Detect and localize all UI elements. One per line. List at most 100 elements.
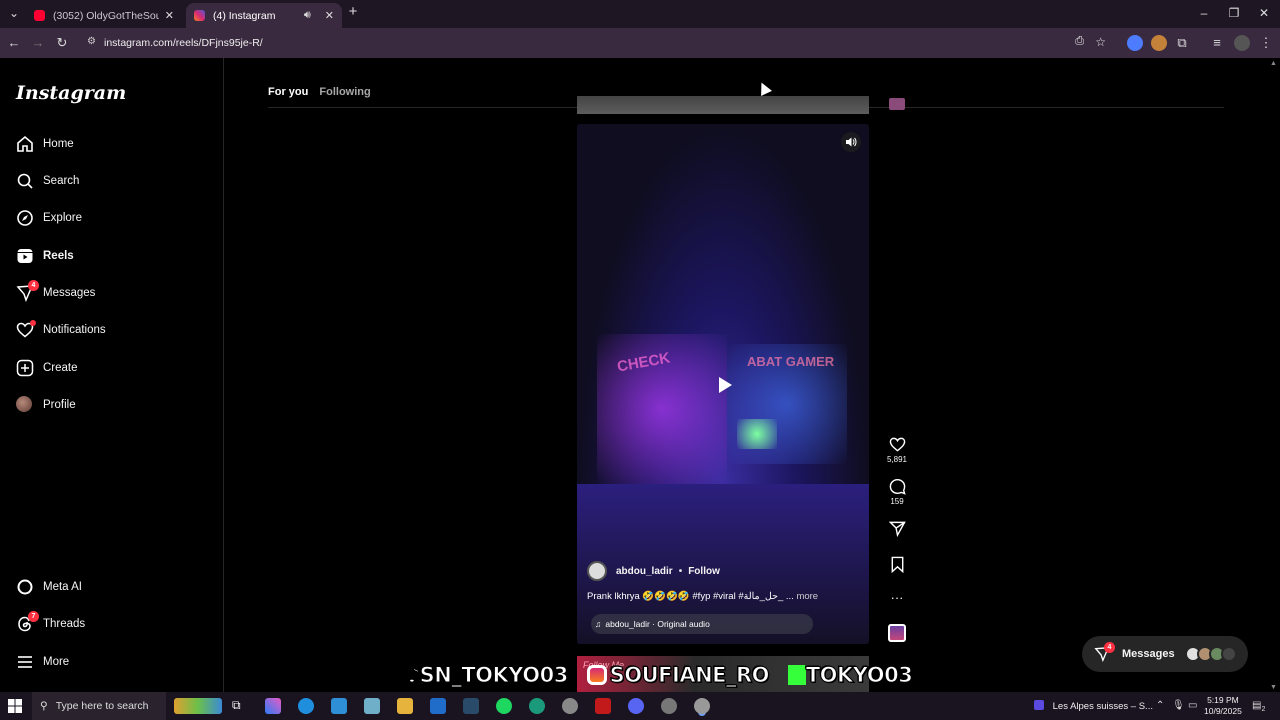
avatar[interactable] bbox=[587, 561, 607, 581]
browser-tab-bar: ⌄ (3052) OldyGotTheSound, Anyo ✕ (4) Ins… bbox=[0, 0, 1280, 28]
sidebar-item-explore[interactable]: Explore bbox=[16, 204, 82, 232]
heart-icon bbox=[16, 320, 36, 339]
sidebar-item-label: Meta AI bbox=[43, 581, 82, 593]
tab-instagram[interactable]: (4) Instagram 🔊︎ ✕ bbox=[186, 3, 342, 28]
app-icon[interactable] bbox=[529, 698, 545, 714]
more-button[interactable]: more bbox=[796, 591, 818, 602]
back-button[interactable]: ← bbox=[4, 33, 24, 53]
outlook-icon[interactable] bbox=[430, 698, 446, 714]
notification-dot bbox=[30, 320, 36, 326]
sidebar-item-create[interactable]: Create bbox=[16, 354, 78, 382]
close-window-button[interactable]: ✕ bbox=[1254, 6, 1274, 20]
spotify-icon[interactable] bbox=[496, 698, 512, 714]
copilot-icon[interactable] bbox=[265, 698, 281, 714]
sidebar-item-threads[interactable]: 7 Threads bbox=[16, 610, 85, 638]
audio-thumbnail[interactable] bbox=[888, 624, 906, 642]
file-explorer-icon[interactable] bbox=[397, 698, 413, 714]
sidebar-item-profile[interactable]: Profile bbox=[16, 391, 76, 419]
comment-button[interactable]: 159 bbox=[884, 478, 910, 506]
scroll-down-arrow[interactable]: ▼ bbox=[1270, 684, 1277, 691]
like-button[interactable]: 5,891 bbox=[884, 436, 910, 464]
profile-avatar[interactable] bbox=[1234, 35, 1250, 51]
instagram-favicon-icon bbox=[194, 10, 205, 21]
video-frame bbox=[737, 419, 777, 449]
instagram-icon bbox=[586, 665, 607, 685]
browser-menu-icon[interactable]: ⋮ bbox=[1256, 33, 1276, 53]
sidebar-item-more[interactable]: More bbox=[16, 648, 69, 676]
extensions-puzzle-icon[interactable]: ⧉ bbox=[1172, 33, 1192, 53]
save-button[interactable] bbox=[884, 556, 910, 573]
forward-button[interactable]: → bbox=[28, 33, 48, 53]
share-button[interactable] bbox=[884, 520, 910, 537]
discord-icon[interactable] bbox=[628, 698, 644, 714]
tab-youtube[interactable]: (3052) OldyGotTheSound, Anyo ✕ bbox=[26, 3, 182, 28]
sidebar-item-label: Notifications bbox=[43, 324, 106, 336]
widget-icon[interactable] bbox=[174, 698, 222, 714]
install-app-icon[interactable]: ⎙ bbox=[1075, 35, 1084, 48]
avatar-stack bbox=[1185, 646, 1237, 662]
chrome-icon[interactable] bbox=[661, 698, 677, 714]
messages-pill[interactable]: 4 Messages bbox=[1082, 636, 1248, 672]
sidebar: Instagram Home Search Explore Reels 4 Me… bbox=[0, 58, 224, 692]
taskbar-search[interactable]: ⚲ Type here to search bbox=[32, 692, 166, 720]
instagram-handle: SOUFIANE_RO bbox=[586, 663, 770, 688]
scroll-up-arrow[interactable]: ▲ bbox=[1270, 60, 1277, 67]
task-view-icon[interactable]: ⧉ bbox=[232, 698, 248, 714]
site-info-icon[interactable]: ⚙ bbox=[87, 36, 96, 47]
bookmark-star-icon[interactable]: ☆ bbox=[1095, 35, 1106, 49]
edge-icon[interactable] bbox=[298, 698, 314, 714]
tab-following[interactable]: Following bbox=[319, 86, 370, 98]
app-icon[interactable] bbox=[595, 698, 611, 714]
media-control-icon[interactable]: ≡ bbox=[1207, 33, 1227, 53]
tab-search-icon[interactable]: ⌄ bbox=[4, 6, 24, 20]
unread-badge: 7 bbox=[28, 611, 39, 622]
sidebar-item-notifications[interactable]: Notifications bbox=[16, 316, 106, 344]
extension-icon[interactable] bbox=[1127, 35, 1143, 51]
extension-icon[interactable] bbox=[1151, 35, 1167, 51]
notification-center-icon[interactable]: ▤2 bbox=[1252, 700, 1265, 713]
sidebar-item-search[interactable]: Search bbox=[16, 167, 79, 195]
sidebar-item-reels[interactable]: Reels bbox=[16, 242, 74, 270]
sidebar-item-home[interactable]: Home bbox=[16, 130, 74, 158]
sidebar-item-messages[interactable]: 4 Messages bbox=[16, 279, 95, 307]
speaker-icon[interactable]: 🔊︎ bbox=[304, 9, 311, 22]
news-widget[interactable]: Les Alpes suisses – S... bbox=[1034, 700, 1153, 712]
taskbar-clock[interactable]: 5:19 PM 10/9/2025 bbox=[1204, 695, 1242, 717]
tab-for-you[interactable]: For you bbox=[268, 86, 308, 98]
network-icon[interactable]: ▭ bbox=[1188, 700, 1197, 711]
tray-chevron-icon[interactable]: ⌃ bbox=[1156, 700, 1164, 711]
steam-icon[interactable] bbox=[463, 698, 479, 714]
reel-video[interactable]: CHECK ABAT GAMER abdou_ladir • Follow Pr… bbox=[577, 124, 869, 644]
app-icon[interactable] bbox=[364, 698, 380, 714]
close-tab-icon[interactable]: ✕ bbox=[325, 9, 334, 22]
previous-reel[interactable] bbox=[577, 96, 869, 114]
audio-chip[interactable]: ♫ abdou_ladir · Original audio bbox=[591, 614, 813, 634]
address-bar[interactable]: ⚙ instagram.com/reels/DFjns95je-R/ ⎙ ☆ bbox=[80, 31, 1116, 55]
video-text: ABAT GAMER bbox=[747, 354, 835, 369]
microphone-icon[interactable]: 🎙︎ bbox=[1172, 700, 1185, 711]
sidebar-item-label: More bbox=[43, 656, 70, 668]
close-tab-icon[interactable]: ✕ bbox=[165, 9, 174, 22]
audio-thumbnail[interactable] bbox=[889, 98, 905, 110]
mouse-cursor bbox=[756, 80, 772, 96]
maximize-button[interactable]: ❐ bbox=[1224, 6, 1244, 20]
follow-button[interactable]: Follow bbox=[688, 566, 720, 577]
reload-button[interactable]: ↻ bbox=[52, 33, 72, 53]
unread-badge: 4 bbox=[28, 280, 39, 291]
sidebar-item-meta-ai[interactable]: Meta AI bbox=[16, 573, 82, 601]
new-tab-button[interactable]: + bbox=[343, 3, 363, 20]
chrome-active-icon[interactable] bbox=[694, 698, 710, 714]
sidebar-item-label: Profile bbox=[43, 399, 76, 411]
username[interactable]: abdou_ladir bbox=[616, 566, 673, 577]
comment-count: 159 bbox=[890, 497, 904, 506]
unread-badge: 4 bbox=[1104, 642, 1115, 653]
minimize-button[interactable]: – bbox=[1194, 6, 1214, 20]
mute-button[interactable] bbox=[841, 132, 861, 152]
store-icon[interactable] bbox=[331, 698, 347, 714]
chrome-icon[interactable] bbox=[562, 698, 578, 714]
more-options-icon[interactable]: ··· bbox=[884, 590, 910, 605]
sidebar-item-label: Threads bbox=[43, 618, 86, 630]
play-icon[interactable] bbox=[714, 375, 734, 395]
windows-start-icon[interactable] bbox=[8, 699, 22, 713]
instagram-logo[interactable]: Instagram bbox=[16, 82, 126, 104]
